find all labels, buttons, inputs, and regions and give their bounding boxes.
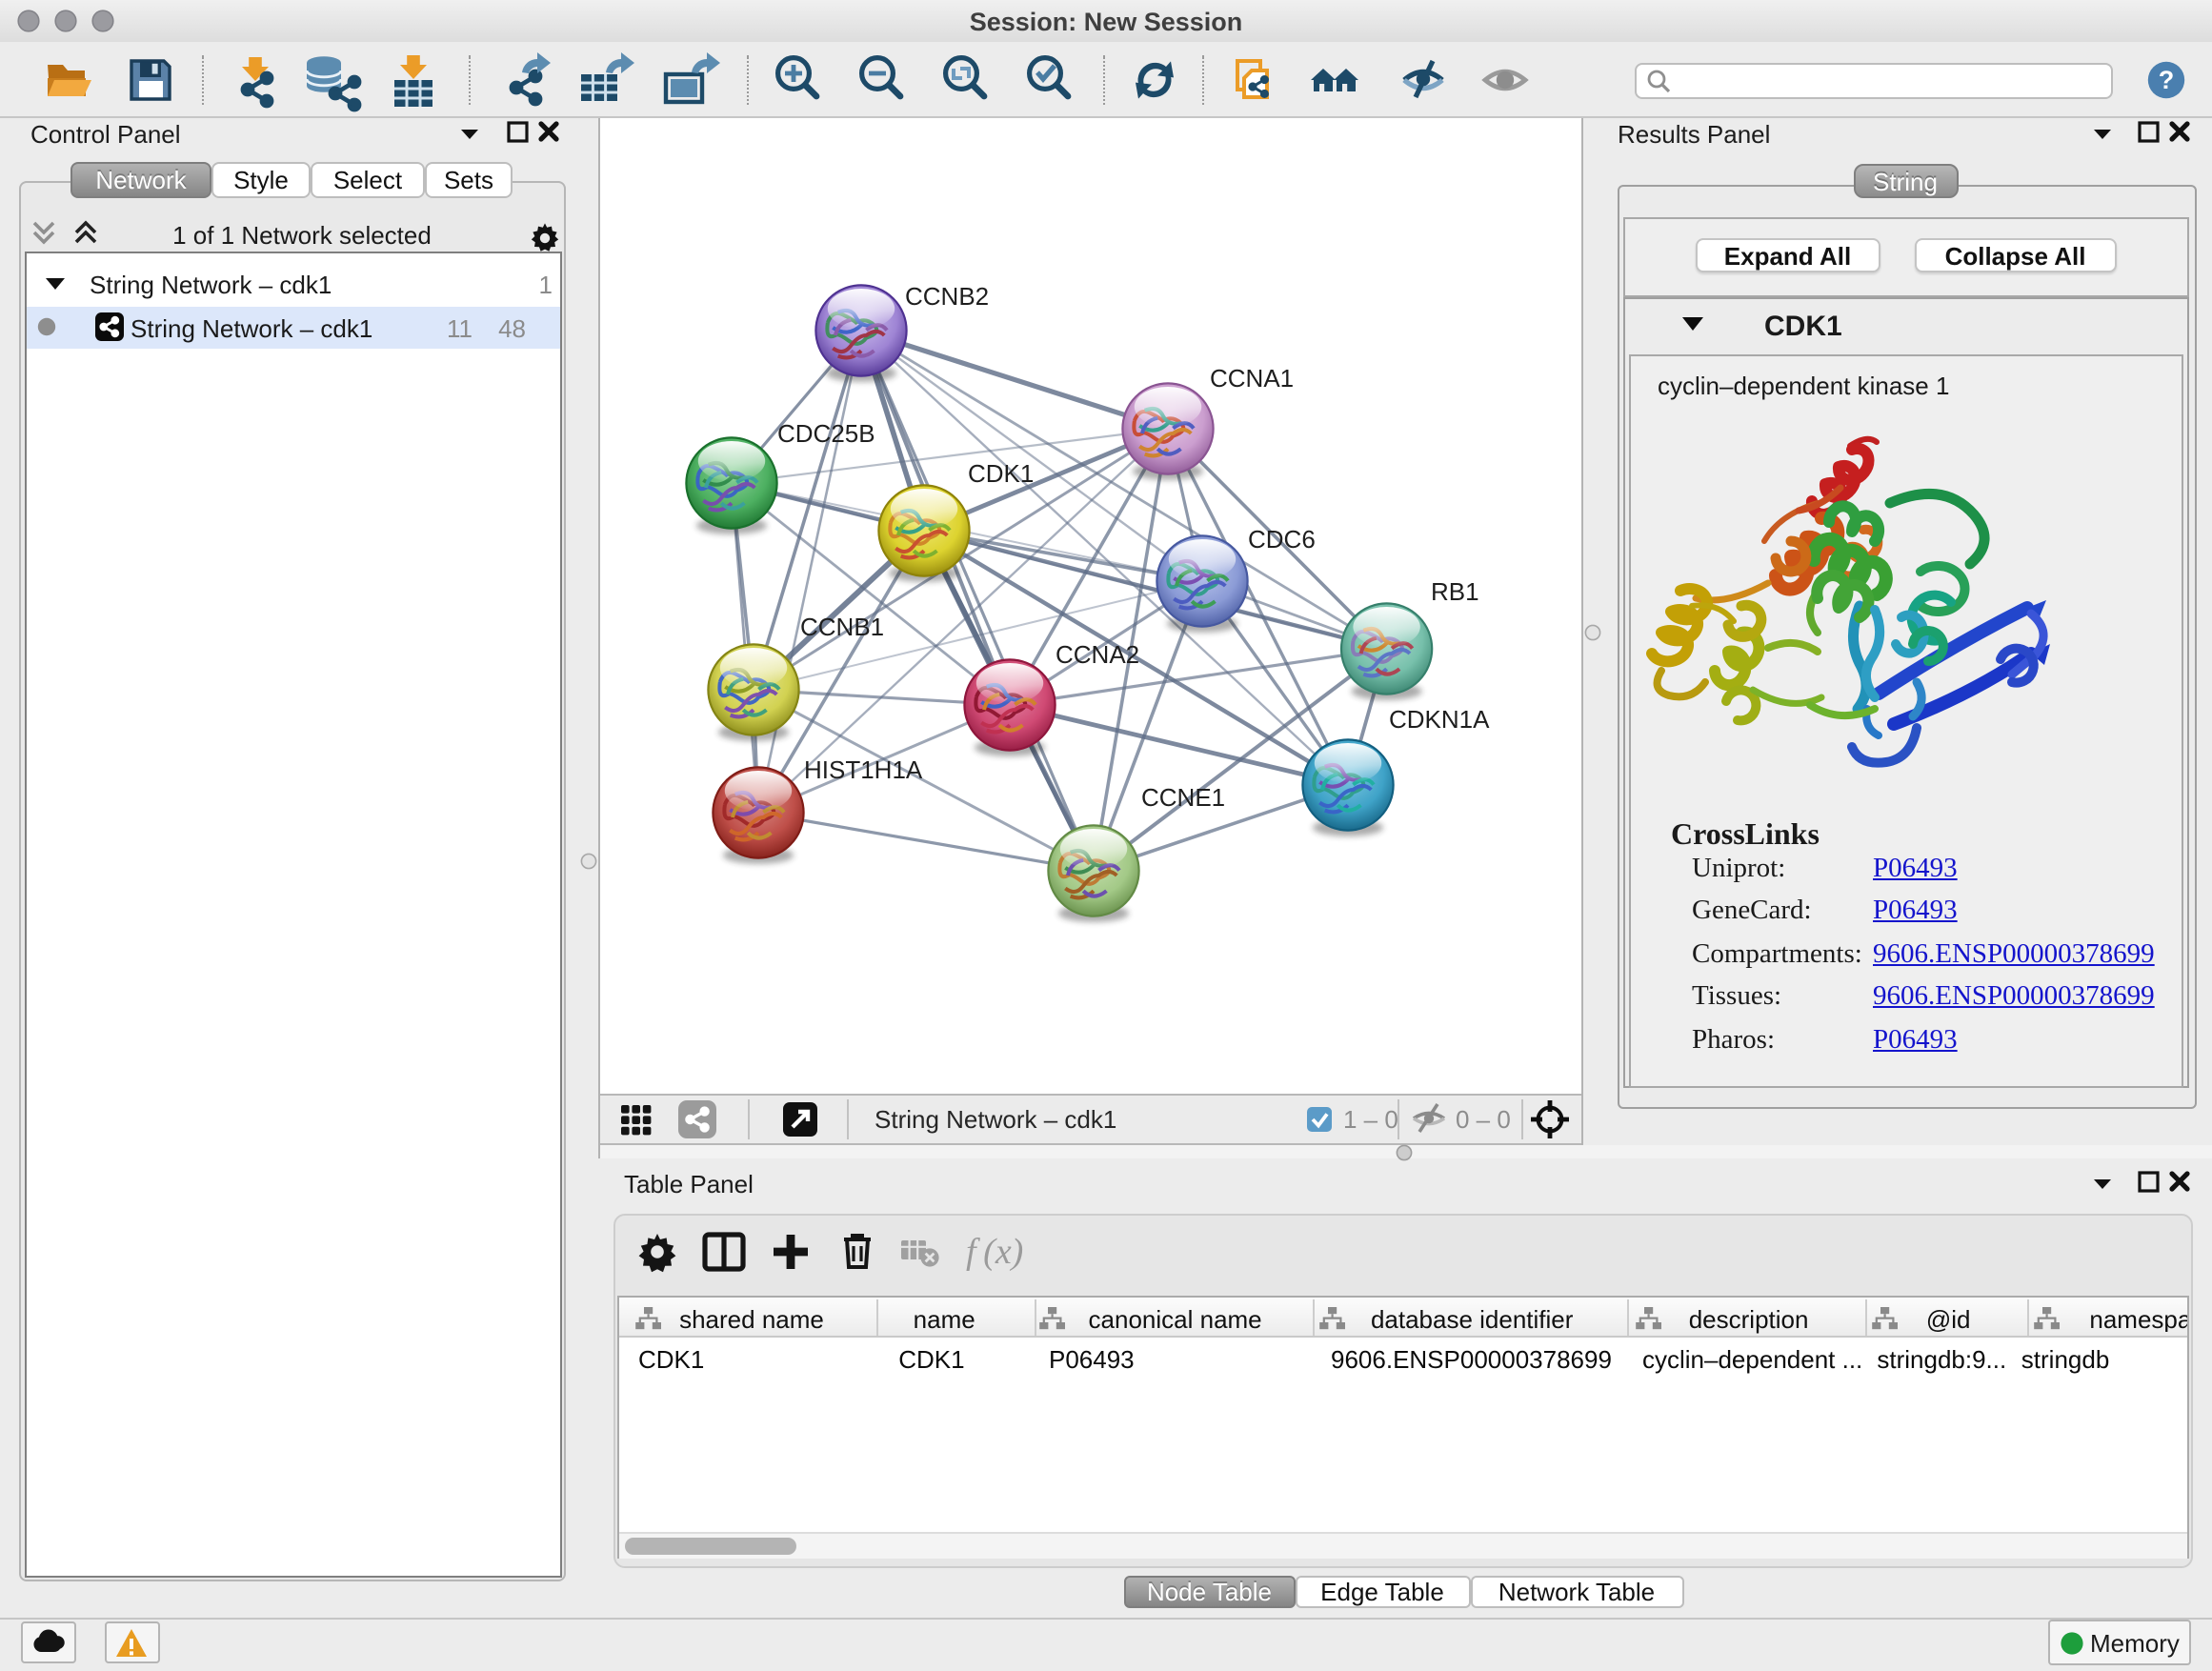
svg-text:?: ? — [2159, 66, 2175, 94]
svg-text:CDC25B: CDC25B — [777, 419, 875, 448]
svg-text:CCNA2: CCNA2 — [1056, 640, 1139, 669]
svg-text:CCNA1: CCNA1 — [1210, 364, 1294, 393]
svg-text:CDK1: CDK1 — [968, 459, 1034, 488]
svg-text:String Network – cdk1: String Network – cdk1 — [875, 1104, 1116, 1133]
svg-text:CDC6: CDC6 — [1248, 525, 1316, 554]
svg-text:0 – 0: 0 – 0 — [1456, 1104, 1511, 1133]
svg-text:CDKN1A: CDKN1A — [1389, 705, 1490, 734]
svg-text:RB1: RB1 — [1431, 577, 1479, 606]
svg-text:HIST1H1A: HIST1H1A — [804, 755, 923, 784]
svg-text:1 – 0: 1 – 0 — [1343, 1104, 1398, 1133]
svg-text:CCNB2: CCNB2 — [905, 282, 989, 311]
svg-text:f (x): f (x) — [965, 1232, 1022, 1272]
svg-text:CCNB1: CCNB1 — [800, 613, 884, 641]
svg-text:CCNE1: CCNE1 — [1141, 783, 1225, 812]
